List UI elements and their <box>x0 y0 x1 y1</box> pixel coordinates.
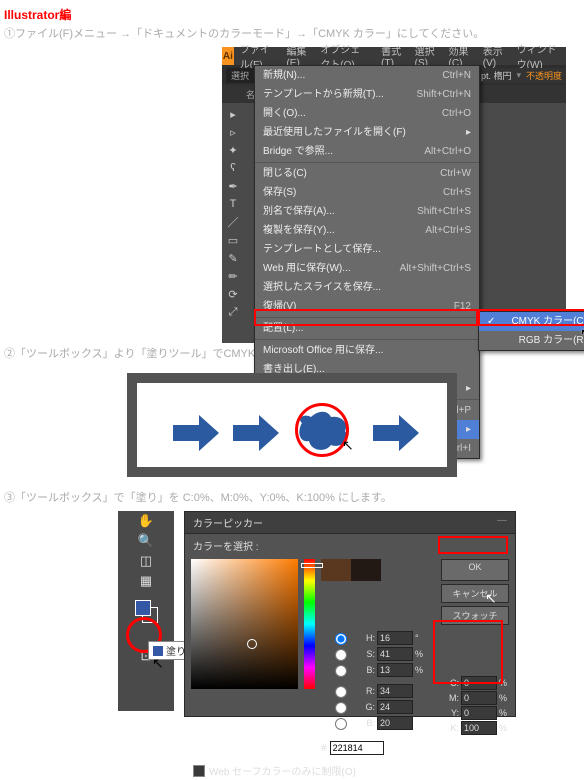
screenshot-file-menu: Ai ファイル(F) 編集(E) オブジェクト(O) 書式(T) 選択(S) 効… <box>222 47 566 343</box>
slice-tool-icon[interactable]: ◫ <box>118 551 174 571</box>
magic-wand-tool-icon[interactable]: ✦ <box>222 141 244 159</box>
cursor-icon: ↖ <box>152 655 164 672</box>
color-mode-submenu: ✓CMYK カラー(C) RGB カラー(R) <box>478 311 584 351</box>
picker-collapse-icon[interactable]: — <box>497 515 507 530</box>
tool-column: ▸ ▹ ✦ ʕ ✒ T ／ ▭ ✎ ✏ ⟳ ⤢ <box>222 105 244 321</box>
hex-input[interactable] <box>330 741 384 755</box>
sv-cursor <box>247 639 257 649</box>
cursor-icon: ↖ <box>485 590 497 607</box>
menu-item[interactable]: 開く(O)...Ctrl+O <box>255 104 479 123</box>
options-label: 選択 <box>226 68 254 83</box>
app-menubar: Ai ファイル(F) 編集(E) オブジェクト(O) 書式(T) 選択(S) 効… <box>222 47 566 65</box>
brush-tool-icon[interactable]: ✎ <box>222 249 244 267</box>
h-input[interactable] <box>377 631 413 645</box>
b2-radio[interactable] <box>326 718 356 730</box>
s-input[interactable] <box>377 647 413 661</box>
illustrator-app-icon: Ai <box>222 47 234 65</box>
swatch-button[interactable]: スウォッチ <box>441 606 509 625</box>
rotate-tool-icon[interactable]: ⟳ <box>222 285 244 303</box>
websafe-checkbox[interactable] <box>193 765 205 777</box>
k-input[interactable] <box>461 721 497 735</box>
hand-tool-icon[interactable]: ✋ <box>118 511 174 531</box>
r-input[interactable] <box>377 684 413 698</box>
arrow-shape-1 <box>173 415 219 451</box>
menu-item[interactable]: 最近使用したファイルを開く(F)▸ <box>255 123 479 142</box>
c-input[interactable] <box>461 676 497 690</box>
fill-swatch[interactable] <box>135 600 151 616</box>
hue-slider[interactable] <box>304 559 315 689</box>
menu-item[interactable]: Microsoft Office 用に保存... <box>255 341 479 360</box>
menu-item[interactable]: 別名で保存(A)...Shift+Ctrl+S <box>255 202 479 221</box>
menu-item[interactable]: 複製を保存(Y)...Alt+Ctrl+S <box>255 221 479 240</box>
lasso-tool-icon[interactable]: ʕ <box>222 159 244 177</box>
cursor-icon: ↖ <box>342 437 354 454</box>
opacity-label[interactable]: 不透明度 <box>526 69 562 82</box>
m-input[interactable] <box>461 691 497 705</box>
menu-item[interactable]: 復帰(V)F12 <box>255 297 479 316</box>
submenu-item[interactable]: ✓CMYK カラー(C) <box>479 312 584 331</box>
cancel-button[interactable]: キャンセル <box>441 584 509 603</box>
menu-item[interactable]: 保存(S)Ctrl+S <box>255 183 479 202</box>
screenshot-toolbox-fill: ✋ 🔍 ◫ ▦ 塗り (X) ⊡ ↖ <box>118 511 174 711</box>
ok-button[interactable]: OK <box>441 559 509 581</box>
menu-item[interactable]: 選択したスライスを保存... <box>255 278 479 297</box>
rect-tool-icon[interactable]: ▭ <box>222 231 244 249</box>
arrow-shape-4 <box>373 415 419 451</box>
zoom-tool-icon[interactable]: 🔍 <box>118 531 174 551</box>
highlight-circle <box>295 403 349 457</box>
direct-select-tool-icon[interactable]: ▹ <box>222 123 244 141</box>
picker-title: カラーピッカー <box>193 515 263 530</box>
g-input[interactable] <box>377 700 413 714</box>
submenu-item[interactable]: RGB カラー(R) <box>479 331 584 350</box>
s-radio[interactable] <box>326 649 356 661</box>
menu-item[interactable]: テンプレートから新規(T)...Shift+Ctrl+N <box>255 85 479 104</box>
picker-titlebar: カラーピッカー — <box>185 512 515 534</box>
b2-input[interactable] <box>377 716 413 730</box>
y-input[interactable] <box>461 706 497 720</box>
menu-item[interactable]: 新規(N)...Ctrl+N <box>255 66 479 85</box>
screenshot-canvas-arrows: ↖ <box>127 373 457 477</box>
websafe-label: Web セーフカラーのみに制限(O) <box>209 763 356 778</box>
line-tool-icon[interactable]: ／ <box>222 213 244 231</box>
pen-tool-icon[interactable]: ✒ <box>222 177 244 195</box>
picker-label: カラーを選択 : <box>185 534 515 553</box>
cursor-icon: ↖ <box>580 325 584 342</box>
type-tool-icon[interactable]: T <box>222 195 244 213</box>
menu-item[interactable]: 閉じる(C)Ctrl+W <box>255 164 479 183</box>
g-radio[interactable] <box>326 702 356 714</box>
b-input[interactable] <box>377 663 413 677</box>
hue-knob <box>301 563 323 568</box>
section-heading: Illustrator編 <box>0 0 584 23</box>
sv-field[interactable] <box>191 559 298 689</box>
step3-caption: ③「ツールボックス」で「塗り」を C:0%、M:0%、Y:0%、K:100% に… <box>0 487 584 511</box>
b-radio[interactable] <box>326 665 356 677</box>
menu-view[interactable]: 表示(V) <box>477 43 511 69</box>
menu-item[interactable]: Web 用に保存(W)...Alt+Shift+Ctrl+S <box>255 259 479 278</box>
new-current-swatch <box>321 559 381 581</box>
scale-tool-icon[interactable]: ⤢ <box>222 303 244 321</box>
menu-item[interactable]: 配置(L)... <box>255 319 479 338</box>
arrow-shape-2 <box>233 415 279 451</box>
screenshot-color-picker: カラーピッカー — カラーを選択 : OK キャンセル スウォッチ H:° <box>184 511 516 717</box>
artboard <box>137 383 447 467</box>
selection-tool-icon[interactable]: ▸ <box>222 105 244 123</box>
pencil-tool-icon[interactable]: ✏ <box>222 267 244 285</box>
r-radio[interactable] <box>326 686 356 698</box>
artboard-tool-icon[interactable]: ▦ <box>118 571 174 591</box>
h-radio[interactable] <box>326 633 356 645</box>
menu-item[interactable]: テンプレートとして保存... <box>255 240 479 259</box>
menu-item[interactable]: Bridge で参照...Alt+Ctrl+O <box>255 142 479 161</box>
menu-window[interactable]: ウィンドウ(W) <box>511 41 566 71</box>
